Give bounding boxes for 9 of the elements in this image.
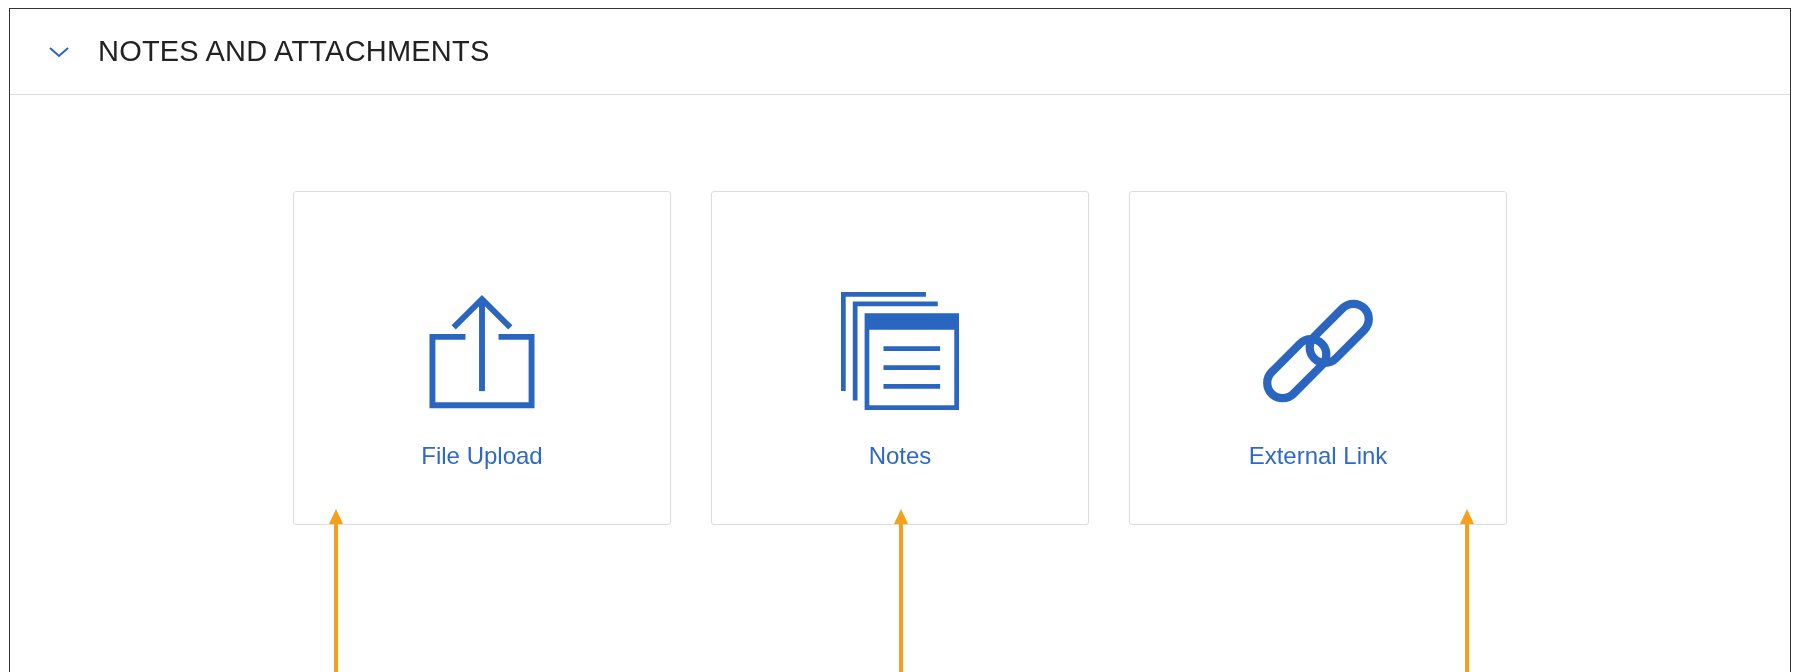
option-label: External Link: [1248, 441, 1388, 471]
option-card[interactable]: Notes: [711, 191, 1089, 525]
notes-icon: [841, 292, 959, 410]
option-label: Notes: [868, 441, 932, 471]
section-title: NOTES AND ATTACHMENTS: [98, 33, 490, 69]
chevron-icon[interactable]: [48, 44, 70, 59]
option-card[interactable]: External Link: [1129, 191, 1507, 525]
option-label: File Upload: [421, 441, 543, 471]
option-card[interactable]: File Upload: [293, 191, 671, 525]
